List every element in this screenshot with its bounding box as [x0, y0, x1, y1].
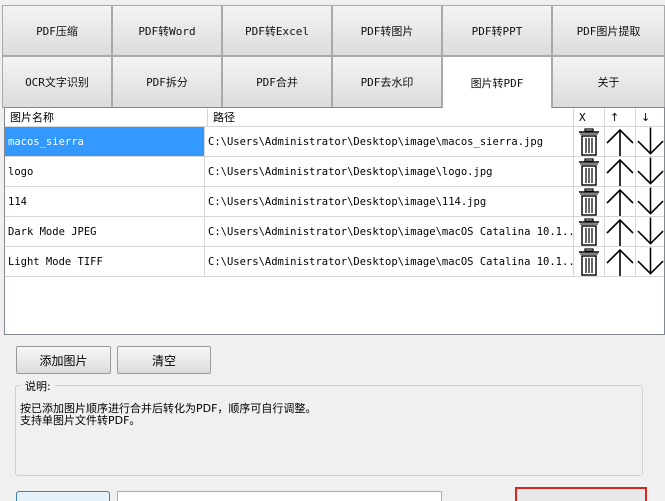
convert-button[interactable]	[515, 487, 647, 501]
tab-tabs_row1-4[interactable]: PDF转PPT	[442, 5, 552, 56]
tab-tabs_row1-3[interactable]: PDF转图片	[332, 5, 442, 56]
bottom-left-button[interactable]	[16, 491, 110, 501]
table-row[interactable]: 114 C:\Users\Administrator\Desktop\image\…	[5, 187, 664, 217]
column-header-path[interactable]: 路径	[208, 108, 574, 127]
cell-image-name[interactable]: macos_sierra	[5, 127, 205, 157]
trash-icon[interactable]	[574, 247, 605, 277]
trash-icon[interactable]	[574, 217, 605, 247]
arrow-up-icon[interactable]	[605, 127, 636, 157]
trash-icon[interactable]	[574, 127, 605, 157]
arrow-down-icon[interactable]	[636, 247, 664, 277]
table-row[interactable]: Light Mode TIFF C:\Users\Administrator\De…	[5, 247, 664, 277]
description-legend: 说明:	[21, 378, 55, 394]
tab-tabs_row1-1[interactable]: PDF转Word	[112, 5, 222, 56]
cell-image-path[interactable]: C:\Users\Administrator\Desktop\image\mac…	[205, 247, 574, 277]
trash-icon[interactable]	[574, 187, 605, 217]
tab-tabs_row2-5[interactable]: 关于	[552, 56, 665, 108]
description-group	[15, 385, 643, 476]
image-list-grid[interactable]: 图片名称 路径 X ↑ ↓ macos_sierra C:\Users\Admin…	[4, 107, 665, 335]
arrow-down-icon[interactable]	[636, 217, 664, 247]
table-row[interactable]: macos_sierra C:\Users\Administrator\Deskt…	[5, 127, 664, 157]
trash-icon[interactable]	[574, 157, 605, 187]
table-row[interactable]: Dark Mode JPEG C:\Users\Administrator\Des…	[5, 217, 664, 247]
arrow-up-icon[interactable]	[605, 187, 636, 217]
clear-button[interactable]: 清空	[117, 346, 211, 374]
tab-tabs_row1-0[interactable]: PDF压缩	[2, 5, 112, 56]
tab-tabs_row2-1[interactable]: PDF拆分	[112, 56, 222, 108]
arrow-up-icon[interactable]	[605, 247, 636, 277]
arrow-up-icon[interactable]	[605, 157, 636, 187]
cell-image-name[interactable]: Dark Mode JPEG	[5, 217, 205, 247]
add-images-button[interactable]: 添加图片	[16, 346, 111, 374]
tab-tabs_row2-0[interactable]: OCR文字识别	[2, 56, 112, 108]
tab-tabs_row1-5[interactable]: PDF图片提取	[552, 5, 665, 56]
table-row[interactable]: logo C:\Users\Administrator\Desktop\image…	[5, 157, 664, 187]
arrow-up-icon[interactable]	[605, 217, 636, 247]
cell-image-path[interactable]: C:\Users\Administrator\Desktop\image\log…	[205, 157, 574, 187]
arrow-down-icon[interactable]	[636, 157, 664, 187]
cell-image-name[interactable]: 114	[5, 187, 205, 217]
column-header-down[interactable]: ↓	[636, 108, 664, 127]
column-header-delete[interactable]: X	[574, 108, 605, 127]
description-line-2: 支持单图片文件转PDF。	[20, 414, 141, 427]
tab-tabs_row1-2[interactable]: PDF转Excel	[222, 5, 332, 56]
column-header-up[interactable]: ↑	[605, 108, 636, 127]
output-path-field[interactable]	[117, 491, 442, 501]
arrow-down-icon[interactable]	[636, 127, 664, 157]
tab-tabs_row2-2[interactable]: PDF合并	[222, 56, 332, 108]
cell-image-path[interactable]: C:\Users\Administrator\Desktop\image\mac…	[205, 217, 574, 247]
cell-image-path[interactable]: C:\Users\Administrator\Desktop\image\114…	[205, 187, 574, 217]
cell-image-name[interactable]: Light Mode TIFF	[5, 247, 205, 277]
arrow-down-icon[interactable]	[636, 187, 664, 217]
column-header-name[interactable]: 图片名称	[5, 108, 208, 127]
tab-tabs_row2-3[interactable]: PDF去水印	[332, 56, 442, 108]
tab-tabs_row2-4[interactable]: 图片转PDF	[442, 56, 552, 108]
cell-image-name[interactable]: logo	[5, 157, 205, 187]
cell-image-path[interactable]: C:\Users\Administrator\Desktop\image\mac…	[205, 127, 574, 157]
description-text: 按已添加图片顺序进行合并后转化为PDF，顺序可自行调整。 支持单图片文件转PDF…	[20, 403, 316, 427]
